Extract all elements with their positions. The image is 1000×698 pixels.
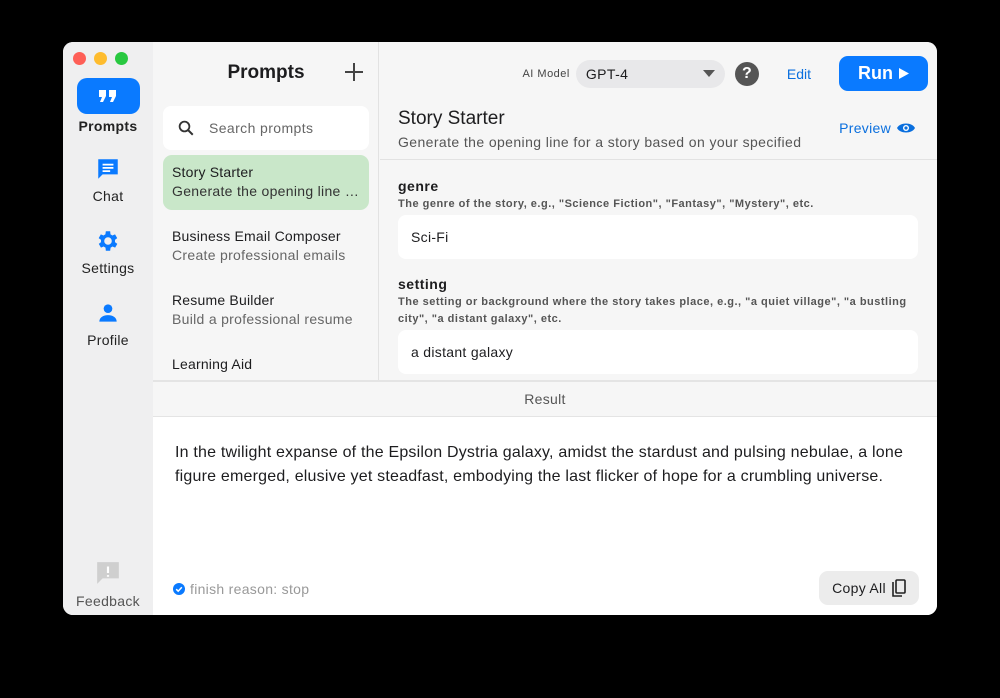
minimize-window-button[interactable] [94,52,107,65]
add-prompt-button[interactable] [342,60,366,84]
prompt-item-title: Business Email Composer [172,228,341,244]
close-window-button[interactable] [73,52,86,65]
prompt-detail-panel: AI Model GPT-4 ? Edit Run Story Starter … [380,42,937,380]
nav-item-chat[interactable]: Chat [63,154,153,204]
prompt-item-title: Resume Builder [172,292,275,308]
play-icon [899,68,909,79]
genre-input[interactable] [398,215,918,259]
search-icon [178,120,194,136]
search-input[interactable] [209,120,359,136]
chat-bubble-icon [63,154,153,184]
quote-icon [76,78,140,114]
copy-all-button[interactable]: Copy All [819,571,919,605]
prompt-list-item[interactable]: Business Email Composer Create professio… [163,219,369,274]
gear-icon [63,226,153,256]
field-hint: The setting or background where the stor… [398,296,907,325]
prompt-item-description: Generate the opening line for a story ba… [172,183,360,199]
prompts-list-panel: Prompts Story Starter Generate the openi… [153,42,379,380]
prompt-description: Generate the opening line for a story ba… [398,134,802,150]
feedback-button[interactable]: Feedback [63,560,153,609]
field-setting: setting The setting or background where … [398,276,918,374]
nav-label: Profile [87,332,129,348]
maximize-window-button[interactable] [115,52,128,65]
search-box [163,106,369,150]
field-name: genre [398,178,439,194]
window-controls [73,52,128,65]
eye-icon [897,123,915,133]
model-value: GPT-4 [585,65,629,82]
prompt-item-title: Story Starter [172,164,254,180]
field-name: setting [398,276,448,292]
run-label: Run [858,63,893,83]
result-text: In the twilight expanse of the Epsilon D… [175,444,904,485]
field-genre: genre The genre of the story, e.g., "Sci… [398,178,918,259]
nav-item-settings[interactable]: Settings [63,226,153,276]
prompt-list-item[interactable]: Story Starter Generate the opening line … [163,155,369,210]
prompt-list-item[interactable]: Resume Builder Build a professional resu… [163,283,369,338]
prompt-item-title: Learning Aid [172,356,253,372]
run-button[interactable]: Run [839,56,928,91]
field-hint: The genre of the story, e.g., "Science F… [398,198,814,210]
preview-label: Preview [839,120,891,136]
preview-button[interactable]: Preview [839,120,915,136]
nav-item-prompts[interactable]: Prompts [63,78,153,134]
prompt-list-item[interactable]: Learning Aid [163,347,369,380]
check-circle-icon [173,583,185,595]
person-icon [63,298,153,328]
feedback-icon [63,560,153,591]
plus-icon [345,63,363,81]
finish-reason: finish reason: stop [190,581,310,597]
chevron-down-icon [702,69,715,77]
help-button[interactable]: ? [734,61,759,86]
copy-icon [892,579,906,597]
setting-input[interactable] [398,330,918,374]
model-select[interactable]: GPT-4 [575,59,725,88]
toolbar: AI Model GPT-4 ? Edit Run [522,56,928,91]
prompt-item-description: Build a professional resume [172,311,353,327]
edit-button[interactable]: Edit [787,66,811,82]
finish-status: finish reason: stop [173,581,309,597]
nav-item-profile[interactable]: Profile [63,298,153,348]
app-window: Prompts Chat Settings Profile Feedback P… [63,42,937,615]
result-header: Result [153,380,937,417]
result-panel: In the twilight expanse of the Epsilon D… [153,417,937,615]
nav-label: Prompts [78,118,138,134]
nav-label: Chat [92,188,124,204]
copy-label: Copy All [832,580,886,596]
prompt-item-description: Create professional emails [172,247,346,263]
nav-label: Settings [81,260,135,276]
feedback-label: Feedback [76,593,140,609]
model-label: AI Model [522,67,570,80]
divider [380,159,937,160]
nav-rail: Prompts Chat Settings Profile Feedback [63,42,153,615]
prompt-title: Story Starter [398,108,505,129]
